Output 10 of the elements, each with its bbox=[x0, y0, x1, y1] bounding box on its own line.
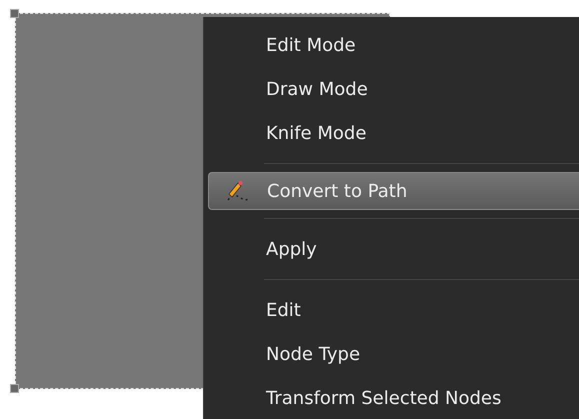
menu-item[interactable]: Knife Mode bbox=[208, 111, 579, 155]
menu-item[interactable]: Edit bbox=[208, 288, 579, 332]
menu-item[interactable]: Apply bbox=[208, 227, 579, 271]
menu-item[interactable]: Convert to Path bbox=[208, 172, 579, 210]
menu-item[interactable]: Transform Selected Nodes bbox=[208, 376, 579, 419]
resize-handle[interactable] bbox=[10, 384, 19, 393]
menu-item[interactable]: Edit Mode bbox=[208, 23, 579, 67]
resize-handle[interactable] bbox=[10, 9, 19, 18]
menu-item[interactable]: Node Type bbox=[208, 332, 579, 376]
menu-item[interactable]: Draw Mode bbox=[208, 67, 579, 111]
